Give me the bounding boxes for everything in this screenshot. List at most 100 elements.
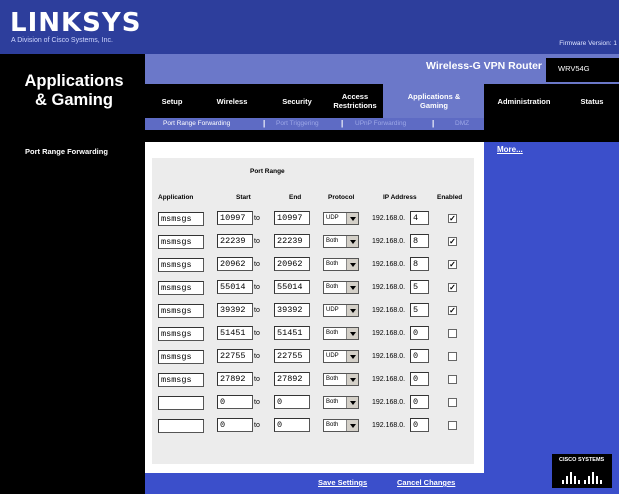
chevron-down-icon[interactable] — [346, 351, 358, 362]
end-port-input[interactable]: 0 — [274, 418, 310, 432]
subtab-port-triggering[interactable]: Port Triggering — [276, 120, 319, 127]
protocol-value: Both — [326, 261, 339, 267]
start-port-input[interactable]: 0 — [217, 418, 253, 432]
ip-last-octet-input[interactable]: 5 — [410, 303, 429, 317]
page-title: Applications & Gaming — [24, 72, 124, 109]
subtab-upnp-forwarding[interactable]: UPnP Forwarding — [355, 120, 406, 127]
start-port-input[interactable]: 51451 — [217, 326, 253, 340]
to-label: to — [254, 330, 260, 337]
application-input[interactable]: msmsgs — [158, 258, 204, 272]
chevron-down-icon[interactable] — [346, 259, 358, 270]
ip-prefix: 192.168.0. — [372, 353, 406, 360]
application-input[interactable]: msmsgs — [158, 350, 204, 364]
chevron-down-icon[interactable] — [346, 236, 358, 247]
firmware-version: Firmware Version: 1 — [559, 40, 617, 47]
end-port-input[interactable]: 20962 — [274, 257, 310, 271]
subtab-port-range-forwarding[interactable]: Port Range Forwarding — [163, 120, 230, 127]
enabled-checkbox[interactable]: ✓ — [448, 237, 457, 246]
application-input[interactable]: msmsgs — [158, 212, 204, 226]
application-input[interactable]: msmsgs — [158, 281, 204, 295]
cancel-changes-button[interactable]: Cancel Changes — [397, 478, 455, 487]
protocol-select[interactable]: UDP — [323, 212, 359, 225]
tab-security[interactable]: Security — [272, 97, 322, 106]
tab-setup[interactable]: Setup — [152, 97, 192, 106]
chevron-down-icon[interactable] — [346, 282, 358, 293]
start-port-input[interactable]: 10997 — [217, 211, 253, 225]
chevron-down-icon[interactable] — [346, 213, 358, 224]
chevron-down-icon[interactable] — [346, 420, 358, 431]
protocol-select[interactable]: Both — [323, 235, 359, 248]
enabled-checkbox[interactable]: ✓ — [448, 306, 457, 315]
protocol-select[interactable]: Both — [323, 373, 359, 386]
tab-applications-gaming[interactable]: Applications & Gaming — [393, 92, 475, 110]
start-port-input[interactable]: 22755 — [217, 349, 253, 363]
subtab-dmz[interactable]: DMZ — [455, 120, 469, 127]
tab-status[interactable]: Status — [570, 97, 614, 106]
enabled-checkbox[interactable] — [448, 329, 457, 338]
end-port-input[interactable]: 22755 — [274, 349, 310, 363]
ip-last-octet-input[interactable]: 8 — [410, 234, 429, 248]
end-port-input[interactable]: 27892 — [274, 372, 310, 386]
end-port-input[interactable]: 51451 — [274, 326, 310, 340]
enabled-checkbox[interactable] — [448, 421, 457, 430]
end-port-input[interactable]: 22239 — [274, 234, 310, 248]
ip-prefix: 192.168.0. — [372, 307, 406, 314]
protocol-select[interactable]: Both — [323, 327, 359, 340]
end-port-input[interactable]: 0 — [274, 395, 310, 409]
enabled-checkbox[interactable]: ✓ — [448, 260, 457, 269]
end-port-input[interactable]: 10997 — [274, 211, 310, 225]
protocol-value: Both — [326, 330, 339, 336]
subtab-separator: | — [263, 119, 266, 128]
ip-last-octet-input[interactable]: 8 — [410, 257, 429, 271]
protocol-select[interactable]: Both — [323, 396, 359, 409]
ip-last-octet-input[interactable]: 5 — [410, 280, 429, 294]
protocol-select[interactable]: UDP — [323, 350, 359, 363]
ip-last-octet-input[interactable]: 0 — [410, 349, 429, 363]
start-port-input[interactable]: 20962 — [217, 257, 253, 271]
tab-administration[interactable]: Administration — [487, 97, 561, 106]
enabled-checkbox[interactable] — [448, 398, 457, 407]
subtab-separator: | — [341, 119, 344, 128]
more-link[interactable]: More... — [497, 145, 523, 154]
ip-last-octet-input[interactable]: 4 — [410, 211, 429, 225]
to-label: to — [254, 238, 260, 245]
start-port-input[interactable]: 22239 — [217, 234, 253, 248]
protocol-select[interactable]: Both — [323, 281, 359, 294]
start-port-input[interactable]: 55014 — [217, 280, 253, 294]
start-port-input[interactable]: 39392 — [217, 303, 253, 317]
enabled-checkbox[interactable] — [448, 375, 457, 384]
tab-wireless[interactable]: Wireless — [208, 97, 256, 106]
application-input[interactable]: msmsgs — [158, 373, 204, 387]
protocol-value: UDP — [326, 307, 339, 313]
application-input[interactable]: msmsgs — [158, 304, 204, 318]
protocol-value: Both — [326, 399, 339, 405]
protocol-select[interactable]: Both — [323, 258, 359, 271]
product-name: Wireless-G VPN Router — [426, 60, 543, 72]
ip-last-octet-input[interactable]: 0 — [410, 372, 429, 386]
start-port-input[interactable]: 0 — [217, 395, 253, 409]
enabled-checkbox[interactable]: ✓ — [448, 283, 457, 292]
chevron-down-icon[interactable] — [346, 374, 358, 385]
application-input[interactable] — [158, 419, 204, 433]
protocol-value: Both — [326, 284, 339, 290]
ip-last-octet-input[interactable]: 0 — [410, 395, 429, 409]
protocol-select[interactable]: UDP — [323, 304, 359, 317]
application-input[interactable]: msmsgs — [158, 327, 204, 341]
enabled-checkbox[interactable]: ✓ — [448, 214, 457, 223]
application-input[interactable]: msmsgs — [158, 235, 204, 249]
application-input[interactable] — [158, 396, 204, 410]
protocol-select[interactable]: Both — [323, 419, 359, 432]
enabled-checkbox[interactable] — [448, 352, 457, 361]
end-port-input[interactable]: 55014 — [274, 280, 310, 294]
chevron-down-icon[interactable] — [346, 397, 358, 408]
to-label: to — [254, 284, 260, 291]
start-port-input[interactable]: 27892 — [217, 372, 253, 386]
save-settings-button[interactable]: Save Settings — [318, 478, 367, 487]
end-port-input[interactable]: 39392 — [274, 303, 310, 317]
ip-prefix: 192.168.0. — [372, 399, 406, 406]
chevron-down-icon[interactable] — [346, 328, 358, 339]
chevron-down-icon[interactable] — [346, 305, 358, 316]
tab-access-restrictions[interactable]: Access Restrictions — [328, 92, 382, 110]
ip-last-octet-input[interactable]: 0 — [410, 326, 429, 340]
ip-last-octet-input[interactable]: 0 — [410, 418, 429, 432]
